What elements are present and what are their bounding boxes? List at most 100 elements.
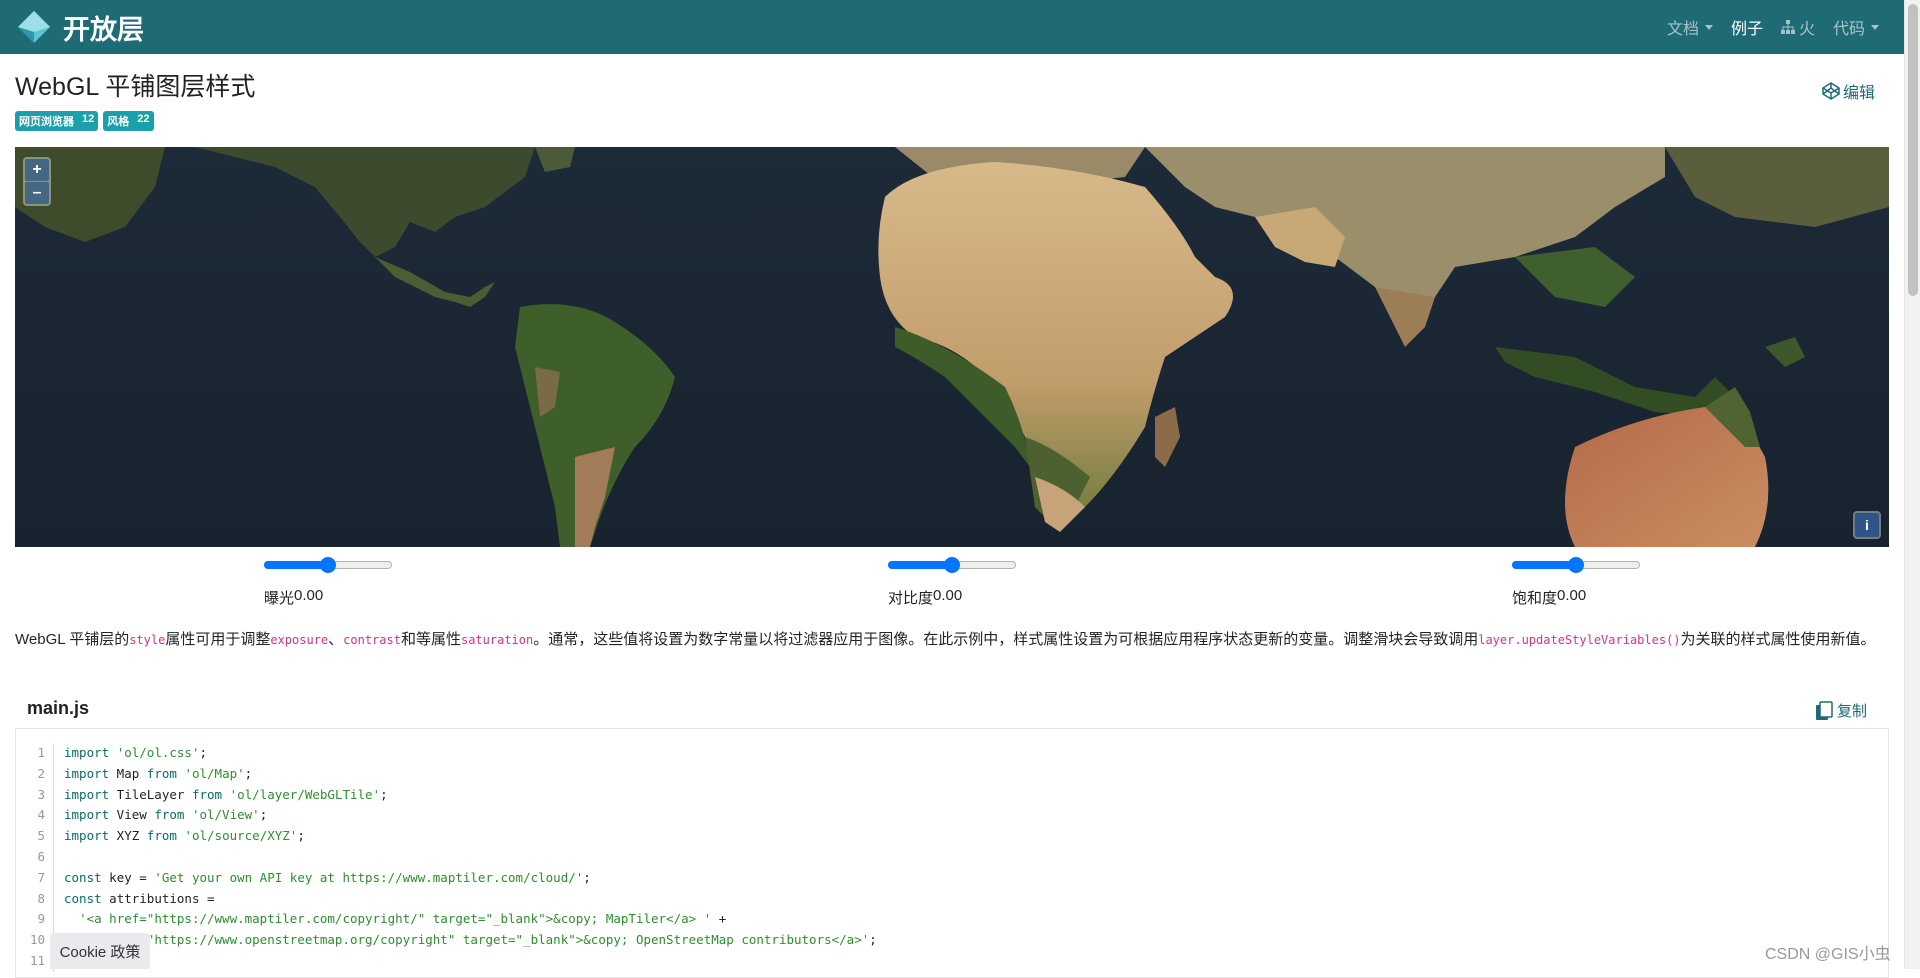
copy-label: 复制: [1837, 703, 1868, 720]
nav-code[interactable]: 代码: [1833, 15, 1879, 39]
slider-thumb[interactable]: [944, 557, 960, 573]
exposure-slider[interactable]: [264, 553, 392, 577]
brand[interactable]: 开放层: [15, 8, 144, 47]
code-line: 4 import View from 'ol/View';: [16, 805, 877, 827]
code-token: ;: [297, 828, 305, 844]
top-navbar: 开放层 文档 例子 火 代码: [0, 0, 1904, 54]
vertical-scrollbar[interactable]: [1904, 0, 1920, 969]
line-text: [54, 847, 64, 868]
control-value: 0.00: [294, 587, 324, 604]
code-token: import: [64, 745, 110, 760]
code-token: import: [64, 786, 110, 802]
code-token: TileLayer: [109, 786, 192, 802]
zoom-in-button[interactable]: +: [25, 159, 49, 181]
nav-api[interactable]: 火: [1780, 15, 1815, 39]
code-line: 2 import Map from 'ol/Map';: [16, 763, 877, 785]
code-token: '<a href="https://www.openstreetmap.org/…: [79, 932, 870, 948]
line-text: import View from 'ol/View';: [54, 805, 267, 826]
line-text: import Map from 'ol/Map';: [54, 764, 252, 785]
line-number: 7: [16, 867, 54, 889]
line-text: import XYZ from 'ol/source/XYZ';: [54, 826, 305, 847]
saturation-slider[interactable]: [1512, 553, 1640, 577]
edit-link[interactable]: 编辑: [1822, 79, 1875, 103]
nav-docs-label: 文档: [1666, 21, 1699, 38]
code-token: import: [64, 828, 110, 844]
code-token: ;: [199, 745, 208, 760]
code-token: ;: [259, 807, 268, 823]
code-line: 9 '<a href="https://www.maptiler.com/cop…: [16, 909, 877, 931]
slider-thumb[interactable]: [1568, 557, 1584, 573]
openlayers-logo-icon: [18, 11, 50, 43]
code-token: import: [64, 765, 110, 781]
code-token: 'ol/source/XYZ': [184, 828, 298, 844]
code-token: 'Get your own API key at https://www.map…: [154, 869, 584, 885]
exposure-control: 曝光 0.00: [264, 553, 392, 608]
tag-style[interactable]: 风格 22: [103, 111, 154, 131]
saturation-control: 饱和度 0.00: [1512, 553, 1640, 608]
control-value: 0.00: [1557, 587, 1587, 604]
brand-name: 开放层: [63, 14, 144, 45]
nav-docs[interactable]: 文档: [1667, 15, 1713, 39]
contrast-slider[interactable]: [888, 553, 1016, 577]
line-number: 5: [16, 826, 54, 847]
desc-text: 。通常，这些值将设置为数字常量以将过滤器应用于图像。在此示例中，样式属性设置为可…: [533, 631, 1479, 648]
code-token: ;: [380, 786, 388, 802]
slider-fill: [888, 561, 952, 569]
code-token: 'ol/layer/WebGLTile': [229, 786, 381, 802]
desc-text: 、: [328, 631, 344, 648]
slider-thumb[interactable]: [320, 557, 336, 573]
zoom-out-button[interactable]: –: [25, 182, 49, 204]
codepen-icon: [1822, 82, 1840, 100]
line-number: 8: [16, 888, 54, 910]
code-token: 'ol/ol.css': [116, 745, 200, 760]
line-number: 1: [16, 743, 54, 764]
cookie-policy-button[interactable]: Cookie 政策: [50, 933, 150, 969]
line-number: 9: [16, 909, 54, 931]
code-token: ;: [244, 765, 253, 781]
line-number: 6: [16, 846, 54, 868]
watermark: CSDN @GIS小虫: [1765, 946, 1891, 963]
map-viewport[interactable]: + – i: [15, 147, 1889, 547]
nav-code-label: 代码: [1832, 21, 1865, 38]
code-token: '<a href="https://www.maptiler.com/copyr…: [79, 911, 712, 927]
nav-examples[interactable]: 例子: [1731, 15, 1763, 39]
desc-code: saturation: [460, 633, 534, 647]
edit-label: 编辑: [1843, 85, 1876, 102]
line-text: const key = 'Get your own API key at htt…: [54, 868, 591, 889]
control-label-text: 曝光: [264, 590, 295, 607]
code-block[interactable]: 1 import 'ol/ol.css'; 2 import Map from 'ol…: [15, 728, 1889, 978]
line-number: 3: [16, 784, 54, 806]
code-token: from: [191, 786, 223, 802]
desc-code: exposure: [270, 633, 329, 647]
copy-button[interactable]: 复制: [1815, 700, 1867, 721]
tag-browser[interactable]: 网页浏览器 12: [15, 111, 99, 131]
tag-label: 风格: [107, 116, 130, 128]
code-token: +: [711, 911, 727, 927]
scrollbar-thumb[interactable]: [1908, 4, 1918, 296]
exposure-label: 曝光 0.00: [264, 587, 392, 608]
control-label-text: 对比度: [888, 590, 934, 607]
contrast-control: 对比度 0.00: [888, 553, 1016, 608]
attribution-button[interactable]: i: [1853, 511, 1881, 539]
code-filename: main.js: [27, 698, 90, 718]
control-value: 0.00: [933, 587, 963, 604]
code-line: 5 import XYZ from 'ol/source/XYZ';: [16, 826, 877, 847]
line-text: '<a href="https://www.openstreetmap.org/…: [54, 930, 877, 951]
code-token: from: [146, 765, 177, 781]
desc-text: WebGL 平铺层的: [15, 631, 130, 648]
nav-examples-label: 例子: [1730, 21, 1763, 38]
desc-code: contrast: [343, 633, 401, 647]
tag-label: 网页浏览器: [19, 116, 74, 128]
desc-text: 和等属性: [400, 631, 461, 648]
code-token: Map: [109, 765, 147, 781]
code-token: 'ol/View': [191, 807, 260, 823]
page-title: WebGL 平铺图层样式: [15, 73, 256, 101]
code-line: 8 const attributions =: [16, 888, 877, 910]
desc-code: layer.updateStyleVariables(): [1478, 633, 1681, 647]
clipboard-icon: [1816, 700, 1833, 720]
satellite-world-map: [15, 147, 1889, 547]
